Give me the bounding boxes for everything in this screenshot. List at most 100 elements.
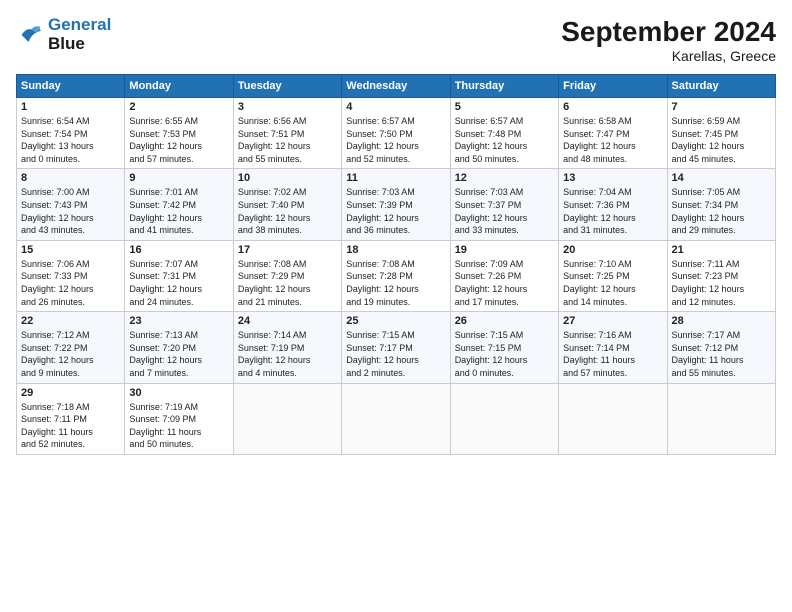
day-info: Sunrise: 6:59 AM Sunset: 7:45 PM Dayligh… <box>672 115 771 165</box>
table-row: 9 Sunrise: 7:01 AM Sunset: 7:42 PM Dayli… <box>125 169 233 240</box>
calendar-week-row: 29 Sunrise: 7:18 AM Sunset: 7:11 PM Dayl… <box>17 383 776 454</box>
table-row: 28 Sunrise: 7:17 AM Sunset: 7:12 PM Dayl… <box>667 312 775 383</box>
table-row <box>450 383 558 454</box>
calendar-table: Sunday Monday Tuesday Wednesday Thursday… <box>16 74 776 455</box>
day-info: Sunrise: 7:07 AM Sunset: 7:31 PM Dayligh… <box>129 258 228 308</box>
table-row: 18 Sunrise: 7:08 AM Sunset: 7:28 PM Dayl… <box>342 240 450 311</box>
day-number: 24 <box>238 315 337 327</box>
sunset-label: Sunset: 7:51 PM <box>238 128 337 141</box>
sunrise-label: Sunrise: 7:11 AM <box>672 258 771 271</box>
day-info: Sunrise: 7:04 AM Sunset: 7:36 PM Dayligh… <box>563 186 662 236</box>
sunset-label: Sunset: 7:31 PM <box>129 270 228 283</box>
day-info: Sunrise: 7:14 AM Sunset: 7:19 PM Dayligh… <box>238 329 337 379</box>
day-info: Sunrise: 7:13 AM Sunset: 7:20 PM Dayligh… <box>129 329 228 379</box>
day-info: Sunrise: 6:58 AM Sunset: 7:47 PM Dayligh… <box>563 115 662 165</box>
day-number: 27 <box>563 315 662 327</box>
day-info: Sunrise: 7:08 AM Sunset: 7:29 PM Dayligh… <box>238 258 337 308</box>
day-number: 6 <box>563 101 662 113</box>
sunrise-label: Sunrise: 7:16 AM <box>563 329 662 342</box>
daylight-label: Daylight: 12 hoursand 36 minutes. <box>346 212 445 237</box>
sunset-label: Sunset: 7:22 PM <box>21 342 120 355</box>
daylight-label: Daylight: 12 hoursand 41 minutes. <box>129 212 228 237</box>
table-row: 26 Sunrise: 7:15 AM Sunset: 7:15 PM Dayl… <box>450 312 558 383</box>
day-info: Sunrise: 7:11 AM Sunset: 7:23 PM Dayligh… <box>672 258 771 308</box>
day-info: Sunrise: 7:15 AM Sunset: 7:17 PM Dayligh… <box>346 329 445 379</box>
day-info: Sunrise: 7:12 AM Sunset: 7:22 PM Dayligh… <box>21 329 120 379</box>
sunrise-label: Sunrise: 7:01 AM <box>129 186 228 199</box>
sunrise-label: Sunrise: 6:54 AM <box>21 115 120 128</box>
sunrise-label: Sunrise: 7:08 AM <box>346 258 445 271</box>
table-row: 11 Sunrise: 7:03 AM Sunset: 7:39 PM Dayl… <box>342 169 450 240</box>
calendar-week-row: 22 Sunrise: 7:12 AM Sunset: 7:22 PM Dayl… <box>17 312 776 383</box>
sunrise-label: Sunrise: 7:09 AM <box>455 258 554 271</box>
sunset-label: Sunset: 7:26 PM <box>455 270 554 283</box>
daylight-label: Daylight: 12 hoursand 14 minutes. <box>563 283 662 308</box>
daylight-label: Daylight: 11 hoursand 50 minutes. <box>129 426 228 451</box>
daylight-label: Daylight: 12 hoursand 7 minutes. <box>129 354 228 379</box>
sunrise-label: Sunrise: 7:03 AM <box>455 186 554 199</box>
daylight-label: Daylight: 12 hoursand 55 minutes. <box>238 140 337 165</box>
day-number: 29 <box>21 387 120 399</box>
sunrise-label: Sunrise: 7:13 AM <box>129 329 228 342</box>
day-info: Sunrise: 7:01 AM Sunset: 7:42 PM Dayligh… <box>129 186 228 236</box>
table-row <box>342 383 450 454</box>
day-number: 9 <box>129 172 228 184</box>
day-info: Sunrise: 6:57 AM Sunset: 7:48 PM Dayligh… <box>455 115 554 165</box>
col-tuesday: Tuesday <box>233 75 341 98</box>
sunrise-label: Sunrise: 7:19 AM <box>129 401 228 414</box>
daylight-label: Daylight: 12 hoursand 33 minutes. <box>455 212 554 237</box>
daylight-label: Daylight: 11 hoursand 57 minutes. <box>563 354 662 379</box>
sunrise-label: Sunrise: 6:58 AM <box>563 115 662 128</box>
sunrise-label: Sunrise: 7:00 AM <box>21 186 120 199</box>
sunset-label: Sunset: 7:48 PM <box>455 128 554 141</box>
col-thursday: Thursday <box>450 75 558 98</box>
sunset-label: Sunset: 7:54 PM <box>21 128 120 141</box>
day-number: 8 <box>21 172 120 184</box>
daylight-label: Daylight: 12 hoursand 48 minutes. <box>563 140 662 165</box>
logo-blue: Blue <box>48 35 111 54</box>
sunrise-label: Sunrise: 7:04 AM <box>563 186 662 199</box>
daylight-label: Daylight: 12 hoursand 57 minutes. <box>129 140 228 165</box>
sunset-label: Sunset: 7:25 PM <box>563 270 662 283</box>
sunrise-label: Sunrise: 7:03 AM <box>346 186 445 199</box>
daylight-label: Daylight: 11 hoursand 52 minutes. <box>21 426 120 451</box>
day-number: 1 <box>21 101 120 113</box>
title-block: September 2024 Karellas, Greece <box>561 16 776 64</box>
day-info: Sunrise: 7:18 AM Sunset: 7:11 PM Dayligh… <box>21 401 120 451</box>
sunrise-label: Sunrise: 7:12 AM <box>21 329 120 342</box>
table-row: 15 Sunrise: 7:06 AM Sunset: 7:33 PM Dayl… <box>17 240 125 311</box>
col-sunday: Sunday <box>17 75 125 98</box>
sunset-label: Sunset: 7:09 PM <box>129 413 228 426</box>
day-number: 21 <box>672 244 771 256</box>
day-number: 26 <box>455 315 554 327</box>
day-info: Sunrise: 7:19 AM Sunset: 7:09 PM Dayligh… <box>129 401 228 451</box>
table-row: 2 Sunrise: 6:55 AM Sunset: 7:53 PM Dayli… <box>125 98 233 169</box>
table-row <box>233 383 341 454</box>
table-row: 3 Sunrise: 6:56 AM Sunset: 7:51 PM Dayli… <box>233 98 341 169</box>
sunrise-label: Sunrise: 7:18 AM <box>21 401 120 414</box>
daylight-label: Daylight: 11 hoursand 55 minutes. <box>672 354 771 379</box>
page: General Blue September 2024 Karellas, Gr… <box>0 0 792 612</box>
daylight-label: Daylight: 12 hoursand 24 minutes. <box>129 283 228 308</box>
day-number: 7 <box>672 101 771 113</box>
calendar-subtitle: Karellas, Greece <box>561 48 776 64</box>
sunset-label: Sunset: 7:14 PM <box>563 342 662 355</box>
logo-icon <box>16 21 44 49</box>
day-info: Sunrise: 7:17 AM Sunset: 7:12 PM Dayligh… <box>672 329 771 379</box>
sunset-label: Sunset: 7:53 PM <box>129 128 228 141</box>
day-info: Sunrise: 6:56 AM Sunset: 7:51 PM Dayligh… <box>238 115 337 165</box>
sunset-label: Sunset: 7:11 PM <box>21 413 120 426</box>
daylight-label: Daylight: 12 hoursand 9 minutes. <box>21 354 120 379</box>
day-number: 15 <box>21 244 120 256</box>
table-row: 5 Sunrise: 6:57 AM Sunset: 7:48 PM Dayli… <box>450 98 558 169</box>
sunset-label: Sunset: 7:20 PM <box>129 342 228 355</box>
table-row <box>559 383 667 454</box>
sunset-label: Sunset: 7:37 PM <box>455 199 554 212</box>
sunrise-label: Sunrise: 7:15 AM <box>346 329 445 342</box>
daylight-label: Daylight: 12 hoursand 29 minutes. <box>672 212 771 237</box>
day-number: 12 <box>455 172 554 184</box>
day-info: Sunrise: 7:05 AM Sunset: 7:34 PM Dayligh… <box>672 186 771 236</box>
day-number: 30 <box>129 387 228 399</box>
calendar-week-row: 1 Sunrise: 6:54 AM Sunset: 7:54 PM Dayli… <box>17 98 776 169</box>
daylight-label: Daylight: 12 hoursand 19 minutes. <box>346 283 445 308</box>
